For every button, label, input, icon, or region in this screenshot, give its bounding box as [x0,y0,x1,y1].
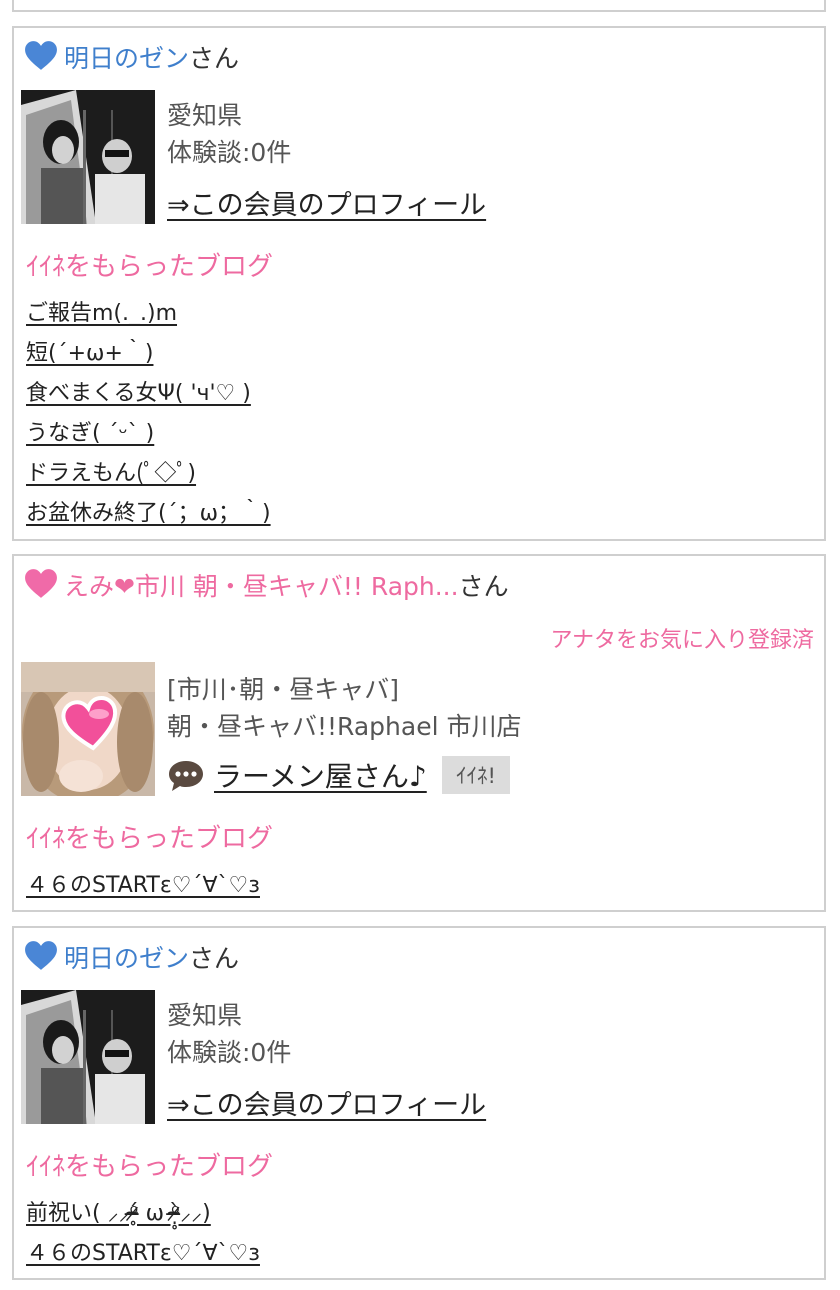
blog-link[interactable]: ご報告m(._.)m [26,295,177,327]
speech-bubble-icon [169,761,203,791]
member-name-link[interactable]: 明日のゼン [64,944,189,973]
blog-link[interactable]: 前祝い( ⸝⸝ᵒ̴̶̷̥́ ω ᵒ̴̶̷̣̥̀⸝⸝) [26,1195,211,1227]
review-count: 体験談:0件 [167,1038,292,1067]
profile-link[interactable]: ⇒この会員のプロフィール [167,1083,486,1122]
member-photo[interactable] [21,990,155,1124]
member-name[interactable]: 明日のゼンさん [64,939,239,975]
cast-tag: [市川･朝・昼キャバ] [167,675,400,704]
favorite-status: アナタをお気に入り登録済 [550,628,814,653]
review-count: 体験談:0件 [167,138,292,167]
blog-link[interactable]: ドラえもん(ﾟ◇ﾟ) [26,455,196,487]
cast-name-link[interactable]: えみ❤市川 朝・昼キャバ!! Raph... [64,572,459,601]
liked-blogs-title: ｲｲﾈをもらったブログ [26,252,274,282]
previous-card [12,0,826,12]
prefecture: 愛知県 [167,1001,243,1030]
liked-blogs-title: ｲｲﾈをもらったブログ [26,1152,274,1182]
member-name[interactable]: 明日のゼンさん [64,39,239,75]
blog-link[interactable]: ４６のSTARTε♡´∀`♡з [26,867,260,899]
cast-name[interactable]: えみ❤市川 朝・昼キャバ!! Raph...さん [64,567,509,603]
iine-button[interactable]: ｲｲﾈ! [442,756,510,794]
profile-link[interactable]: ⇒この会員のプロフィール [167,183,486,222]
prefecture: 愛知県 [167,101,243,130]
blog-link[interactable]: お盆休み終了(´；ω；｀) [26,495,271,527]
member-name-link[interactable]: 明日のゼン [64,44,189,73]
latest-post-link[interactable]: ラーメン屋さん♪ [214,755,427,795]
honorific: さん [189,944,240,973]
blog-link[interactable]: ４６のSTARTε♡´∀`♡з [26,1235,260,1267]
blue-heart-icon [25,941,57,970]
shop-name[interactable]: 朝・昼キャバ!!Raphael 市川店 [167,707,522,743]
pink-heart-icon [25,569,57,598]
cast-card: えみ❤市川 朝・昼キャバ!! Raph...さん アナタをお気に入り登録済 [市… [12,554,826,912]
liked-blogs-title: ｲｲﾈをもらったブログ [26,824,274,854]
member-card: 明日のゼンさん 愛知県 体験談:0件 ⇒この会員のプロフィール ｲｲﾈをもらった… [12,26,826,541]
blue-heart-icon [25,41,57,70]
honorific: さん [458,572,509,601]
blog-link[interactable]: うなぎ( ´ᵕ` ) [26,415,154,447]
blog-link[interactable]: 食べまくる女Ψ( 'ч'♡ ) [26,375,251,407]
member-photo[interactable] [21,90,155,224]
member-card: 明日のゼンさん 愛知県 体験談:0件 ⇒この会員のプロフィール ｲｲﾈをもらった… [12,926,826,1280]
cast-photo[interactable] [21,662,155,796]
blog-link[interactable]: 短(´+ω+｀) [26,335,153,367]
honorific: さん [189,44,240,73]
